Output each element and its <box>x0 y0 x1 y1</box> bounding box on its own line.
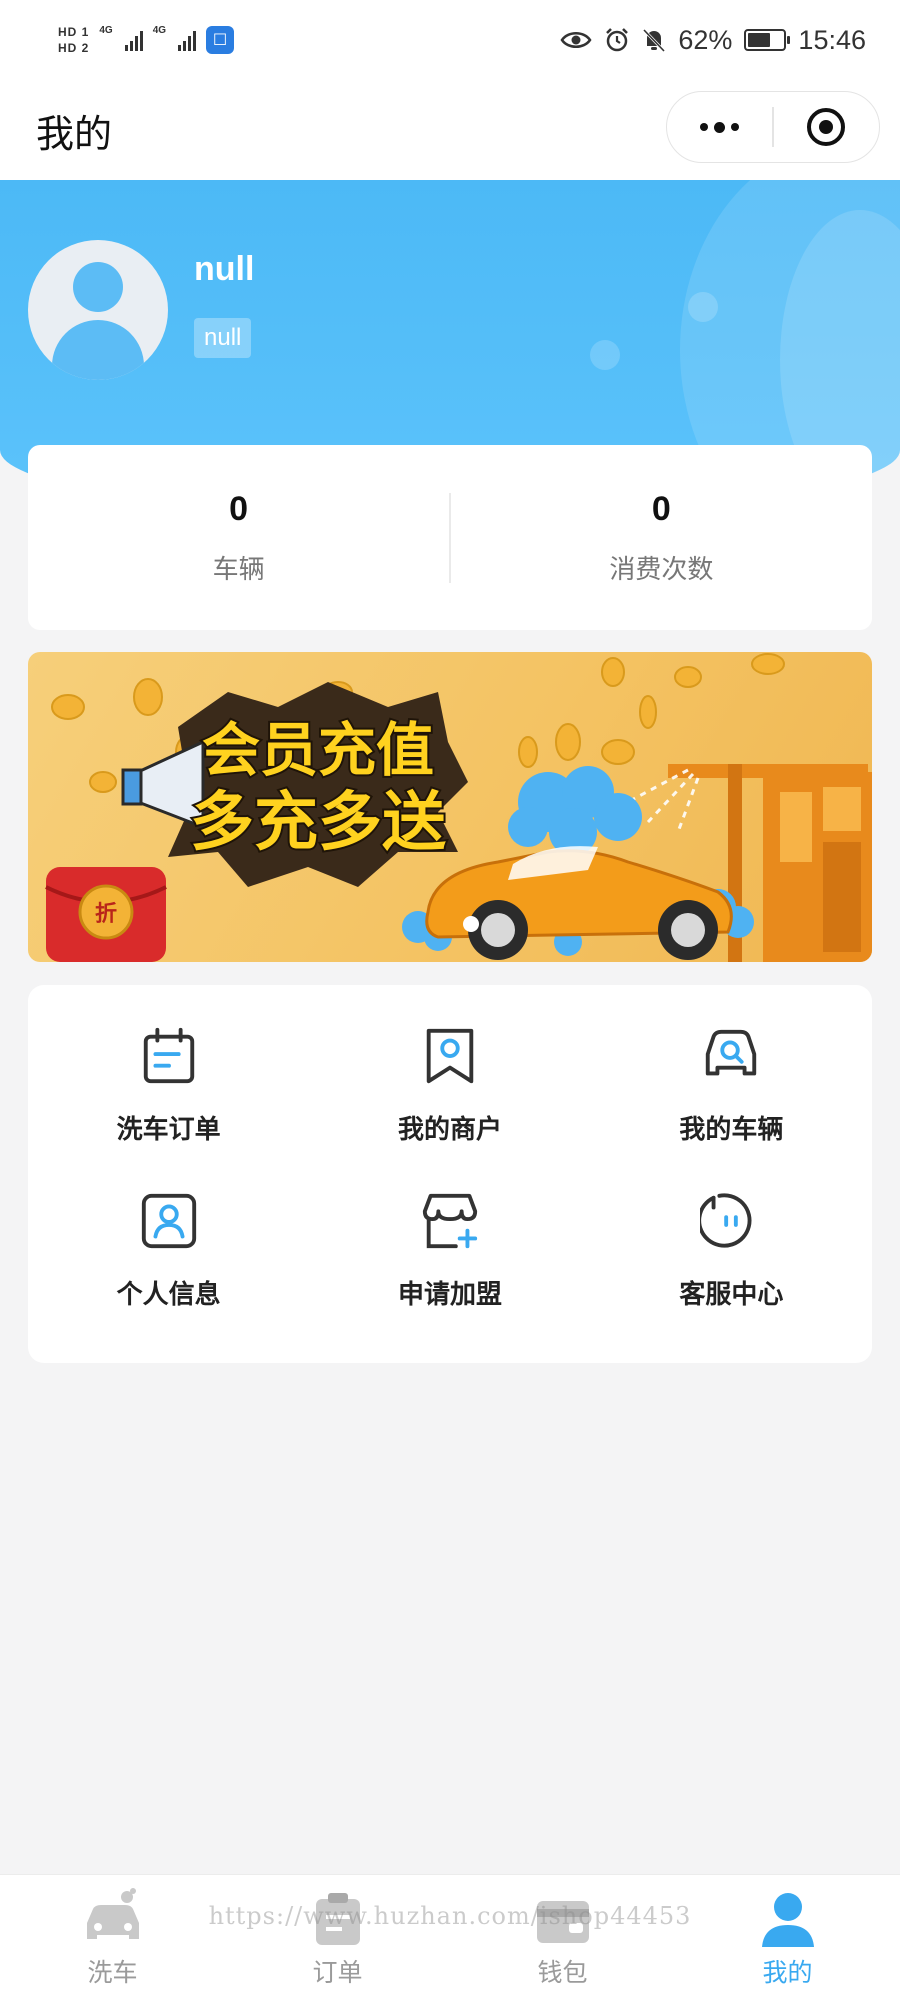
stat-label: 车辆 <box>212 553 265 584</box>
tab-label: 我的 <box>762 1959 813 1987</box>
banner-text-line2: 多充多送 <box>190 786 446 860</box>
stats-card: 0 车辆 0 消费次数 <box>28 445 872 630</box>
menu-personal-info[interactable]: 个人信息 <box>28 1190 309 1355</box>
bottom-tab-bar: 洗车 订单 钱包 我的 <box>0 1874 900 2000</box>
stat-value: 0 <box>651 489 671 528</box>
more-button[interactable] <box>667 92 772 162</box>
sim2-indicator: HD 2 <box>58 41 90 55</box>
user-name: null <box>194 250 255 288</box>
menu-wash-orders[interactable]: 洗车订单 <box>28 1025 309 1190</box>
target-icon <box>807 108 846 146</box>
network-type-1: 4G <box>99 25 113 36</box>
car-search-icon <box>706 1029 757 1076</box>
stat-value: 0 <box>229 489 249 528</box>
menu-label: 我的车辆 <box>679 1114 784 1144</box>
tab-orders[interactable]: 订单 <box>225 1875 450 2000</box>
status-bar: HD 1 HD 2 4G 4G ☐ 62% 15:46 <box>0 0 900 80</box>
promo-banner[interactable]: 会员充值 多充多送 折 <box>28 652 872 962</box>
chat-face-icon <box>700 1193 752 1248</box>
red-envelope-icon: 折 <box>45 867 167 962</box>
store-plus-icon <box>422 1193 478 1249</box>
car-wash-icon <box>86 1888 139 1939</box>
decorative-bubble <box>688 292 718 322</box>
bell-muted-icon <box>643 28 666 53</box>
menu-apply-franchise[interactable]: 申请加盟 <box>309 1190 590 1355</box>
bookmark-location-icon <box>426 1028 474 1084</box>
network-type-2: 4G <box>152 25 167 36</box>
menu-my-merchants[interactable]: 我的商户 <box>309 1025 590 1190</box>
alarm-icon <box>606 28 629 52</box>
tab-label: 订单 <box>312 1959 363 1987</box>
sim1-indicator: HD 1 <box>58 25 90 39</box>
avatar[interactable] <box>28 240 168 380</box>
stat-consumption-count[interactable]: 0 消费次数 <box>451 490 872 586</box>
menu-customer-service[interactable]: 客服中心 <box>591 1190 872 1355</box>
status-right: 62% 15:46 <box>560 25 866 56</box>
tab-label: 洗车 <box>87 1959 138 1987</box>
user-tag: null <box>194 318 252 358</box>
tab-mine[interactable]: 我的 <box>675 1875 900 2000</box>
tab-car-wash[interactable]: 洗车 <box>0 1875 225 2000</box>
decorative-bubble <box>590 340 620 370</box>
nav-bar: 我的 <box>0 80 900 180</box>
status-left: HD 1 HD 2 4G 4G ☐ <box>58 25 235 55</box>
banner-illustration: 会员充值 多充多送 折 <box>45 653 872 962</box>
mini-program-capsule <box>666 91 880 163</box>
more-dot-icon <box>714 121 726 133</box>
stat-label: 消费次数 <box>609 553 714 584</box>
svg-text:折: 折 <box>95 902 117 927</box>
clipboard-icon <box>315 1893 360 1945</box>
menu-my-vehicles[interactable]: 我的车辆 <box>591 1025 872 1190</box>
menu-label: 洗车订单 <box>116 1114 221 1144</box>
function-menu: 洗车订单 我的商户 我的车辆 个人信息 申请加盟 客服中心 <box>28 985 872 1363</box>
more-dot-icon <box>731 123 740 131</box>
close-mini-program-button[interactable] <box>774 92 879 162</box>
signal-icon-2 <box>178 29 197 51</box>
menu-label: 个人信息 <box>116 1279 221 1309</box>
clock: 15:46 <box>798 24 866 55</box>
more-dot-icon <box>700 123 709 131</box>
menu-label: 我的商户 <box>397 1114 502 1144</box>
tab-label: 钱包 <box>537 1959 588 1987</box>
battery-percent: 62% <box>678 24 733 55</box>
avatar-head <box>73 262 123 312</box>
page-title: 我的 <box>36 113 113 156</box>
eye-icon <box>560 32 592 48</box>
tab-wallet[interactable]: 钱包 <box>450 1875 675 2000</box>
banner-text-line1: 会员充值 <box>202 716 434 784</box>
calendar-list-icon <box>143 1027 194 1084</box>
menu-label: 申请加盟 <box>397 1279 502 1309</box>
battery-fill <box>748 33 770 47</box>
signal-icon <box>124 29 143 51</box>
wallet-icon <box>536 1901 589 1943</box>
notification-app-icon: ☐ <box>206 26 235 54</box>
menu-label: 客服中心 <box>679 1279 784 1309</box>
avatar-body <box>52 320 144 380</box>
battery-icon <box>744 29 791 51</box>
user-icon <box>761 1893 814 1947</box>
user-card-icon <box>141 1193 196 1249</box>
stat-vehicles[interactable]: 0 车辆 <box>28 490 449 586</box>
